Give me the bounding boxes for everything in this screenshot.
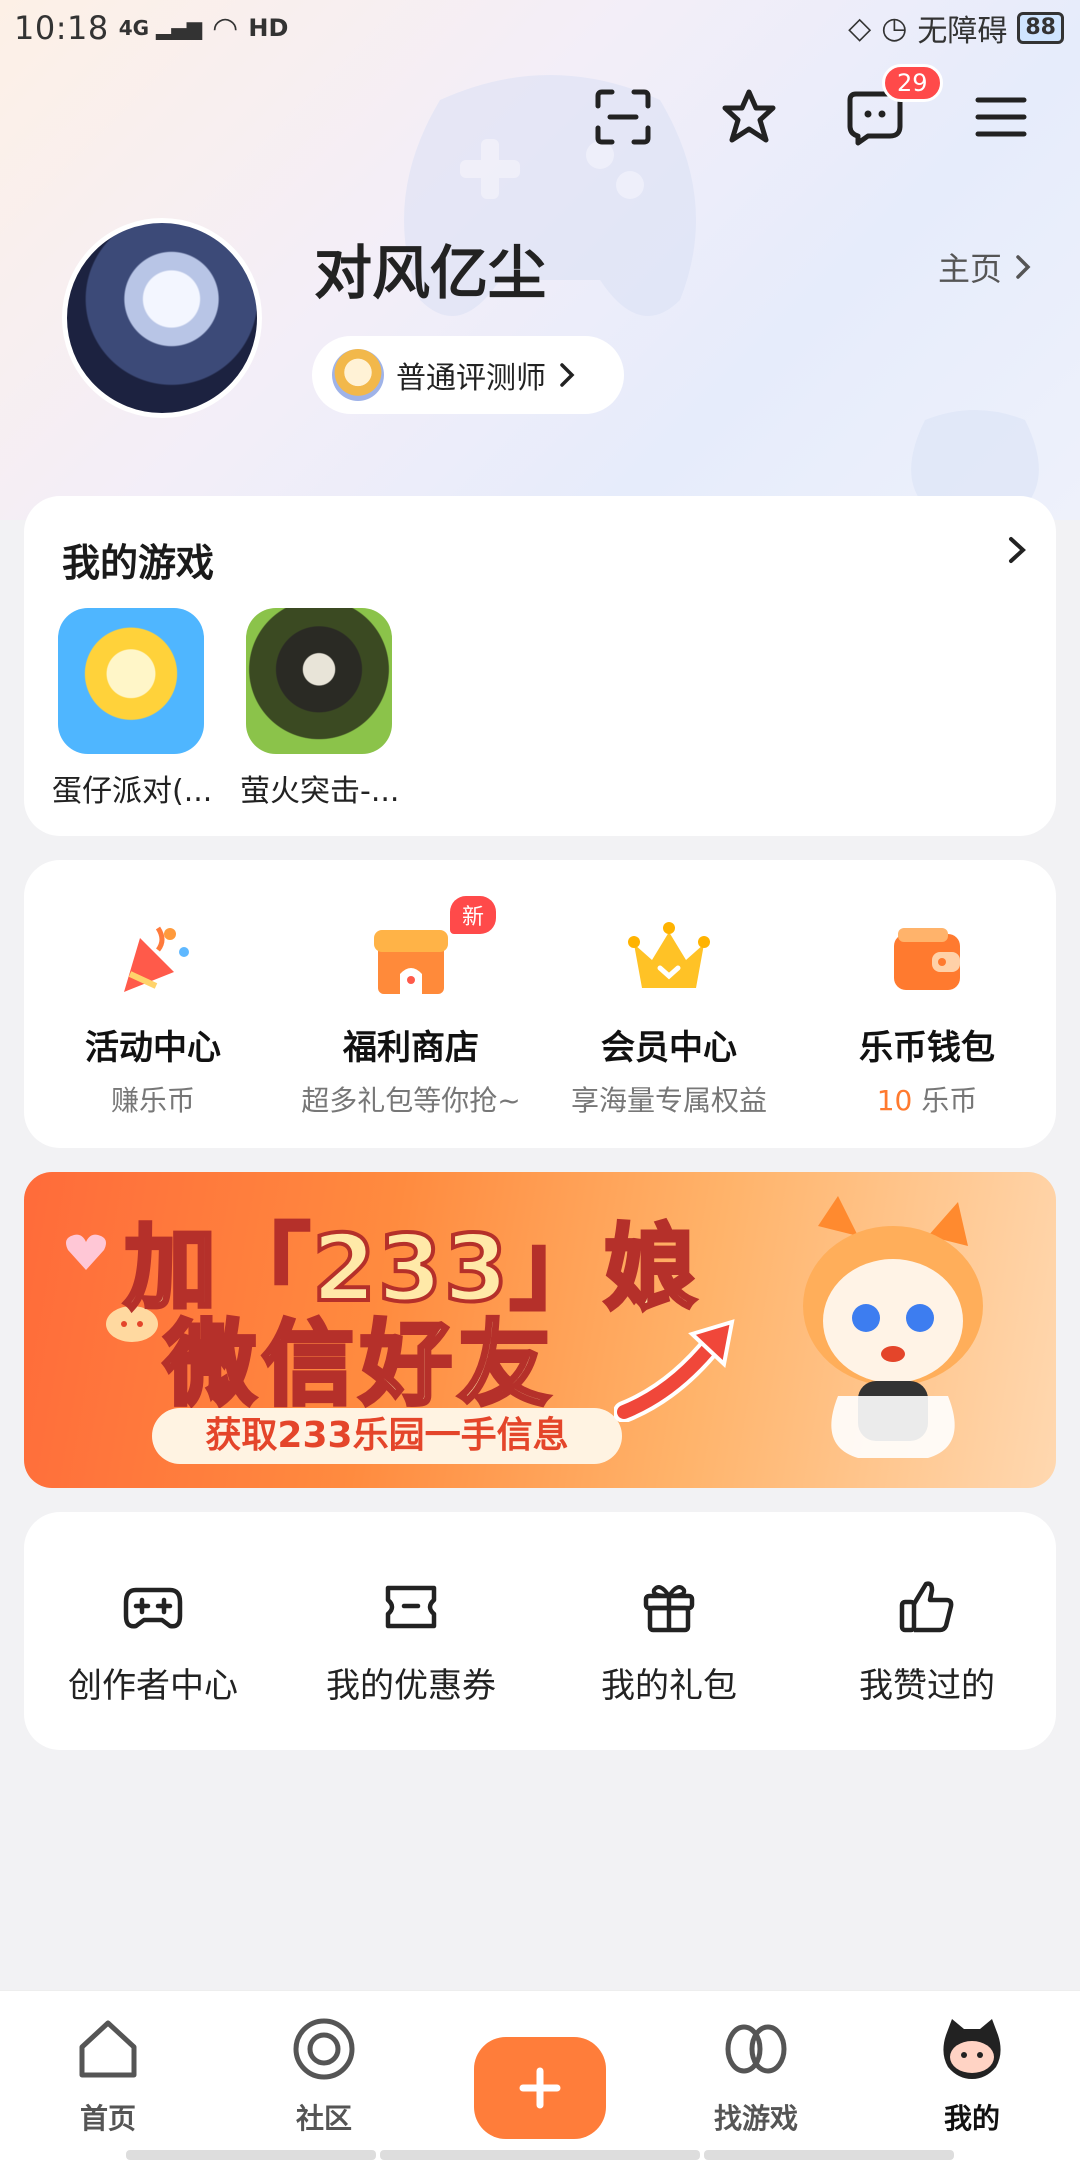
game-item[interactable]: 萤火突击-... [240,608,399,810]
heart-icon [66,1234,106,1270]
thumbs-up-icon [899,1581,954,1633]
home-icon [79,2020,137,2078]
avatar[interactable] [62,218,262,418]
coin-balance: 10 [876,1084,913,1117]
chevron-right-icon[interactable] [1006,534,1028,566]
member-center[interactable]: 会员中心 享海量专属权益 [540,860,798,1148]
chevron-right-icon [560,363,575,387]
bottom-tab-bar: 首页 社区 找游戏 我的 [0,1990,1080,2160]
nav-indicator [704,2150,954,2160]
arrow-icon [614,1319,735,1422]
find-games-icon [725,2024,787,2074]
feature-title: 乐币钱包 [859,1028,995,1068]
status-bar: 10:18 4G ▂▄▆ ◠ HD ◇ ◷ 无障碍 88 [0,0,1080,56]
star-badge-icon[interactable] [718,86,780,148]
hd-icon: HD [248,14,289,42]
tab-mine[interactable]: 我的 [864,1991,1080,2160]
status-time: 10:18 [14,9,109,47]
crown-icon [628,922,710,988]
nav-indicator [380,2150,700,2160]
wallet-icon [894,928,960,990]
tab-label: 找游戏 [713,2102,798,2135]
tool-label: 我的礼包 [601,1666,737,1706]
role-badge-pill[interactable]: 普通评测师 [312,336,624,414]
my-games-card: 我的游戏 蛋仔派对(... 萤火突击-... [24,496,1056,836]
tool-label: 创作者中心 [68,1666,238,1706]
game-name: 萤火突击-... [240,774,400,809]
role-label: 普通评测师 [396,361,546,396]
promo-banner[interactable]: 加「233」娘 微信好友 获取233乐园一手信息 [24,1172,1056,1488]
game-item[interactable]: 蛋仔派对(... [52,608,212,810]
feature-subtitle: 10 乐币 [798,1079,1056,1119]
welfare-shop[interactable]: 新 福利商店 超多礼包等你抢~ [282,860,540,1148]
top-actions: 29 [592,64,1032,148]
tab-label: 社区 [295,2102,352,2135]
my-coupons[interactable]: 我的优惠券 [282,1512,540,1750]
chevron-right-icon [1016,255,1031,279]
eggy-party-icon [58,608,204,754]
tab-label: 我的 [943,2102,1000,2135]
message-count-badge: 29 [882,64,943,102]
mascot-face-icon [943,2019,1001,2079]
banner-caption: 获取233乐园一手信息 [152,1408,622,1464]
tools-card: 创作者中心 我的优惠券 我的礼包 我赞过的 [24,1512,1056,1750]
alarm-icon: ◷ [881,10,908,46]
feature-subtitle: 赚乐币 [110,1084,195,1117]
gift-icon [643,1585,695,1633]
scan-icon[interactable] [592,86,654,148]
my-gift-packs[interactable]: 我的礼包 [540,1512,798,1750]
party-popper-icon [124,926,189,992]
menu-icon[interactable] [970,86,1032,148]
mascot-character-image [803,1196,983,1458]
create-button[interactable] [474,2037,606,2139]
homepage-label: 主页 [937,250,1002,288]
feature-subtitle: 超多礼包等你抢~ [301,1084,521,1117]
feature-subtitle: 享海量专属权益 [570,1084,767,1117]
tab-create[interactable] [432,1991,648,2160]
game-name: 蛋仔派对(... [52,774,213,809]
my-games-title: 我的游戏 [62,541,215,585]
shop-icon [374,930,448,994]
coupon-icon [385,1585,437,1629]
gamepad-watermark-small-icon [911,410,1039,500]
coin-unit: 乐币 [912,1084,978,1117]
message-button[interactable]: 29 [844,64,943,148]
tab-home[interactable]: 首页 [0,1991,216,2160]
tool-label: 我赞过的 [859,1666,995,1706]
accessibility-label: 无障碍 [917,14,1008,49]
feature-title: 会员中心 [601,1028,737,1068]
feature-title: 活动中心 [85,1028,221,1068]
new-badge: 新 [450,896,497,934]
plus-icon [519,2067,561,2109]
tool-label: 我的优惠券 [326,1666,496,1706]
banner-subheadline: 微信好友 [162,1309,557,1420]
tab-label: 首页 [79,2102,136,2135]
creator-center[interactable]: 创作者中心 [24,1512,282,1750]
features-card: 活动中心 赚乐币 新 福利商店 超多礼包等你抢~ 会员中心 享海量专属权益 乐币… [24,860,1056,1148]
tab-find-games[interactable]: 找游戏 [648,1991,864,2160]
nav-indicator [126,2150,376,2160]
firefly-strike-icon [246,608,392,754]
vibrate-icon: ◇ [848,10,872,46]
role-avatar-icon [332,349,384,401]
feature-title: 福利商店 [343,1028,479,1068]
gamepad-plus-icon [123,1587,183,1629]
homepage-link[interactable]: 主页 [938,244,1032,290]
network-type: 4G [118,16,150,40]
coin-wallet[interactable]: 乐币钱包 10 乐币 [798,860,1056,1148]
username: 对风亿尘 [314,239,547,307]
wifi-icon: ◠ [212,10,239,46]
community-icon [293,2018,355,2080]
liked-items[interactable]: 我赞过的 [798,1512,1056,1750]
battery-icon: 88 [1017,12,1064,44]
tab-community[interactable]: 社区 [216,1991,432,2160]
signal-icon: 4G ▂▄▆ [118,16,203,40]
activity-center[interactable]: 活动中心 赚乐币 [24,860,282,1148]
battery-level: 88 [1025,15,1056,40]
